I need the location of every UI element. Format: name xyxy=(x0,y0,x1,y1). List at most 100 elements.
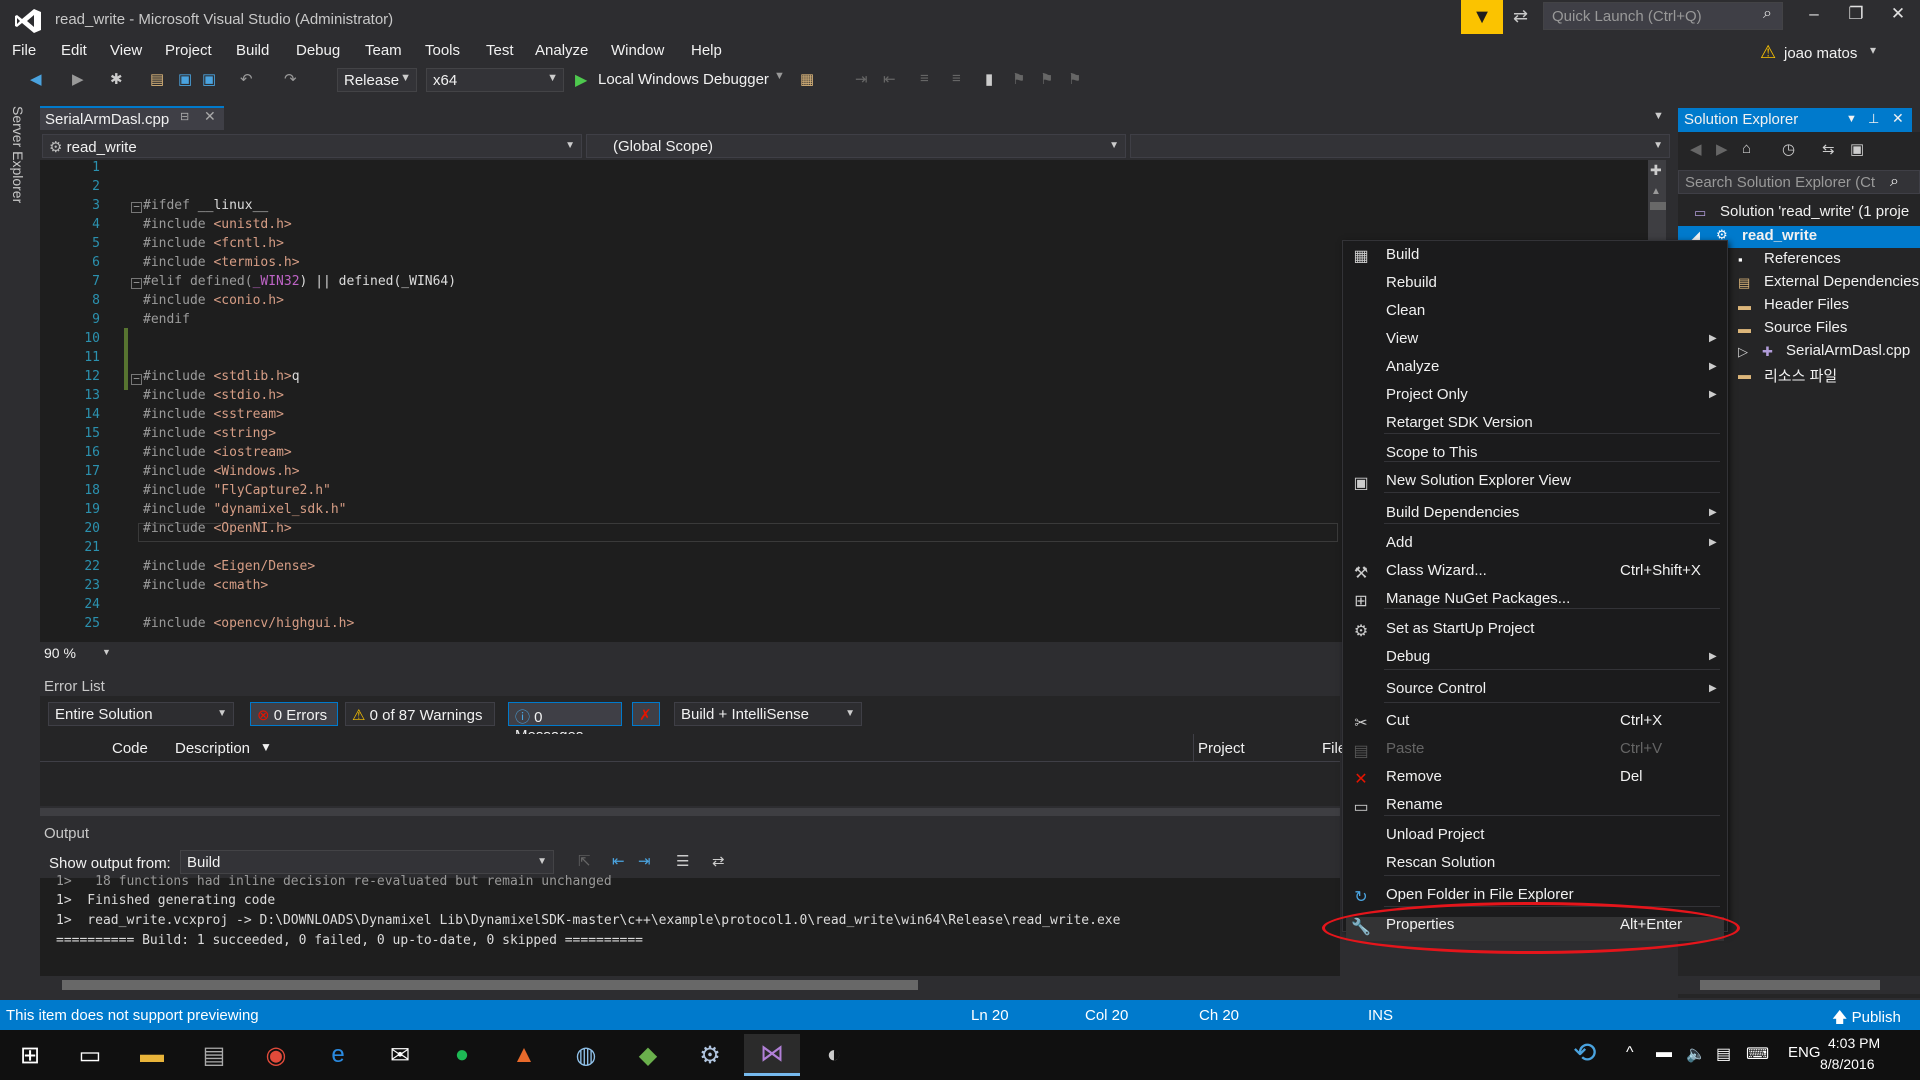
forward-icon[interactable]: ▶ xyxy=(72,70,84,88)
tree-item-resource-files[interactable]: 리소스 파일 xyxy=(1764,365,1837,386)
warnings-filter-button[interactable]: ⚠ 0 of 87 Warnings xyxy=(345,702,495,726)
menu-item-new-solution-explorer-view[interactable]: New Solution Explorer View xyxy=(1386,472,1571,489)
menu-file[interactable]: File xyxy=(12,42,36,59)
start-debugger-button[interactable]: Local Windows Debugger xyxy=(598,71,769,88)
app-icon[interactable]: ◐ xyxy=(806,1034,862,1076)
save-all-icon[interactable]: ▣ xyxy=(202,70,216,88)
home-icon[interactable]: ⌂ xyxy=(1742,140,1751,157)
menu-item-cut[interactable]: Cut xyxy=(1386,712,1409,729)
tree-item-source-files[interactable]: Source Files xyxy=(1764,319,1847,336)
prev-message-icon[interactable]: ⇤ xyxy=(612,852,625,870)
tree-item-references[interactable]: References xyxy=(1764,250,1841,267)
scroll-thumb[interactable] xyxy=(1650,202,1666,210)
task-view-icon[interactable]: ▭ xyxy=(62,1034,118,1076)
menu-item-add[interactable]: Add xyxy=(1386,534,1413,551)
menu-item-clean[interactable]: Clean xyxy=(1386,302,1425,319)
save-icon[interactable]: ▣ xyxy=(178,70,192,88)
menu-item-analyze[interactable]: Analyze xyxy=(1386,358,1439,375)
server-explorer-tab[interactable]: Server Explorer xyxy=(10,106,26,203)
user-account[interactable]: joao matos xyxy=(1784,45,1857,62)
word-wrap-icon[interactable]: ⇄ xyxy=(712,852,725,870)
expand-icon[interactable]: ▷ xyxy=(1738,344,1748,360)
scroll-up-icon[interactable]: ▲ xyxy=(1651,186,1661,197)
windows-start-icon[interactable]: ⊞ xyxy=(2,1034,58,1076)
feedback-icon[interactable]: ⇄ xyxy=(1513,6,1528,27)
messages-filter-button[interactable]: ⓘ 0 Messages xyxy=(508,702,622,744)
chrome-icon[interactable]: ◉ xyxy=(248,1034,304,1076)
menu-analyze[interactable]: Analyze xyxy=(535,42,588,59)
matlab-icon[interactable]: ▲ xyxy=(496,1034,552,1076)
battery-icon[interactable]: ▬ xyxy=(1656,1044,1672,1062)
redo-icon[interactable]: ↷ xyxy=(284,70,297,88)
fold-toggle-icon[interactable]: − xyxy=(131,201,142,213)
undo-icon[interactable]: ↶ xyxy=(240,70,253,88)
platform-select[interactable]: x64 ▼ xyxy=(426,68,564,92)
menu-item-open-folder-in-file-explorer[interactable]: Open Folder in File Explorer xyxy=(1386,886,1574,903)
close-icon[interactable]: ✕ xyxy=(1892,110,1904,127)
menu-team[interactable]: Team xyxy=(365,42,402,59)
menu-item-scope-to-this[interactable]: Scope to This xyxy=(1386,444,1477,461)
configuration-select[interactable]: Release ▼ xyxy=(337,68,417,92)
split-editor-icon[interactable]: ✚ xyxy=(1650,162,1662,179)
notification-filter-icon[interactable]: ▼ xyxy=(1461,0,1503,34)
package-icon[interactable]: ◆ xyxy=(620,1034,676,1076)
menu-tools[interactable]: Tools xyxy=(425,42,460,59)
language-indicator[interactable]: ENG xyxy=(1788,1044,1821,1061)
menu-test[interactable]: Test xyxy=(486,42,514,59)
errors-filter-button[interactable]: ⊗ 0 Errors xyxy=(250,702,338,726)
new-project-icon[interactable]: ✱ xyxy=(110,70,123,88)
tree-item-external-dependencies[interactable]: External Dependencies xyxy=(1764,273,1919,290)
restore-button[interactable]: ❐ xyxy=(1838,4,1874,30)
edge-icon[interactable]: e xyxy=(310,1034,366,1076)
clear-all-icon[interactable]: ☰ xyxy=(676,852,689,870)
clear-filter-icon[interactable]: ✗ xyxy=(632,702,660,726)
column-description[interactable]: Description xyxy=(175,740,250,757)
pin-icon[interactable]: ⊥ xyxy=(1868,111,1879,127)
project-node[interactable]: read_write xyxy=(1742,227,1817,244)
scope-nav-select[interactable]: (Global Scope) ▼ xyxy=(586,134,1126,158)
fold-toggle-icon[interactable]: − xyxy=(131,277,142,289)
menu-item-class-wizard[interactable]: Class Wizard... xyxy=(1386,562,1487,579)
document-tab[interactable]: SerialArmDasl.cpp xyxy=(40,106,224,130)
pin-icon[interactable]: ⊟ xyxy=(180,110,189,123)
sort-icon[interactable]: ▼ xyxy=(260,740,272,754)
search-icon[interactable]: ⌕ xyxy=(1890,173,1899,191)
tree-item-header-files[interactable]: Header Files xyxy=(1764,296,1849,313)
volume-icon[interactable]: 🔈 xyxy=(1686,1044,1706,1064)
tree-item-cpp-file[interactable]: SerialArmDasl.cpp xyxy=(1786,342,1910,359)
error-scope-select[interactable]: Entire Solution ▼ xyxy=(48,702,234,726)
menu-item-rescan-solution[interactable]: Rescan Solution xyxy=(1386,854,1495,871)
app-icon[interactable]: ◍ xyxy=(558,1034,614,1076)
sync-icon[interactable]: ⇆ xyxy=(1822,140,1835,158)
clock-time[interactable]: 4:03 PM xyxy=(1828,1035,1880,1051)
mail-icon[interactable]: ✉ xyxy=(372,1034,428,1076)
column-project[interactable]: Project xyxy=(1198,740,1245,757)
keyboard-icon[interactable]: ⌨ xyxy=(1746,1044,1769,1064)
menu-item-rebuild[interactable]: Rebuild xyxy=(1386,274,1437,291)
search-icon[interactable]: ⌕ xyxy=(1763,5,1772,23)
spotify-icon[interactable]: ● xyxy=(434,1034,490,1076)
dropdown-icon[interactable]: ▼ xyxy=(1846,113,1857,125)
menu-help[interactable]: Help xyxy=(691,42,722,59)
publish-button[interactable]: 🡅 Publish xyxy=(1832,1007,1901,1032)
menu-item-debug[interactable]: Debug xyxy=(1386,648,1430,665)
output-source-select[interactable]: Build ▼ xyxy=(180,850,554,874)
menu-project[interactable]: Project xyxy=(165,42,212,59)
settings-app-icon[interactable]: ⚙ xyxy=(682,1034,738,1076)
find-in-files-icon[interactable]: ▦ xyxy=(800,70,814,88)
menu-build[interactable]: Build xyxy=(236,42,269,59)
menu-edit[interactable]: Edit xyxy=(61,42,87,59)
solution-node[interactable]: Solution 'read_write' (1 proje xyxy=(1720,203,1909,220)
menu-item-set-as-startup-project[interactable]: Set as StartUp Project xyxy=(1386,620,1534,637)
open-file-icon[interactable]: ▤ xyxy=(150,70,164,88)
project-nav-select[interactable]: ⚙ read_write ▼ xyxy=(42,134,582,158)
close-button[interactable]: ✕ xyxy=(1880,4,1916,30)
menu-item-build-dependencies[interactable]: Build Dependencies xyxy=(1386,504,1519,521)
panel-splitter[interactable] xyxy=(40,808,1340,816)
tab-overflow-icon[interactable]: ▼ xyxy=(1653,110,1664,122)
next-message-icon[interactable]: ⇥ xyxy=(638,852,651,870)
history-icon[interactable]: ◷ xyxy=(1782,140,1795,158)
fold-toggle-icon[interactable]: − xyxy=(131,373,142,385)
menu-item-view[interactable]: View xyxy=(1386,330,1418,347)
menu-item-rename[interactable]: Rename xyxy=(1386,796,1443,813)
